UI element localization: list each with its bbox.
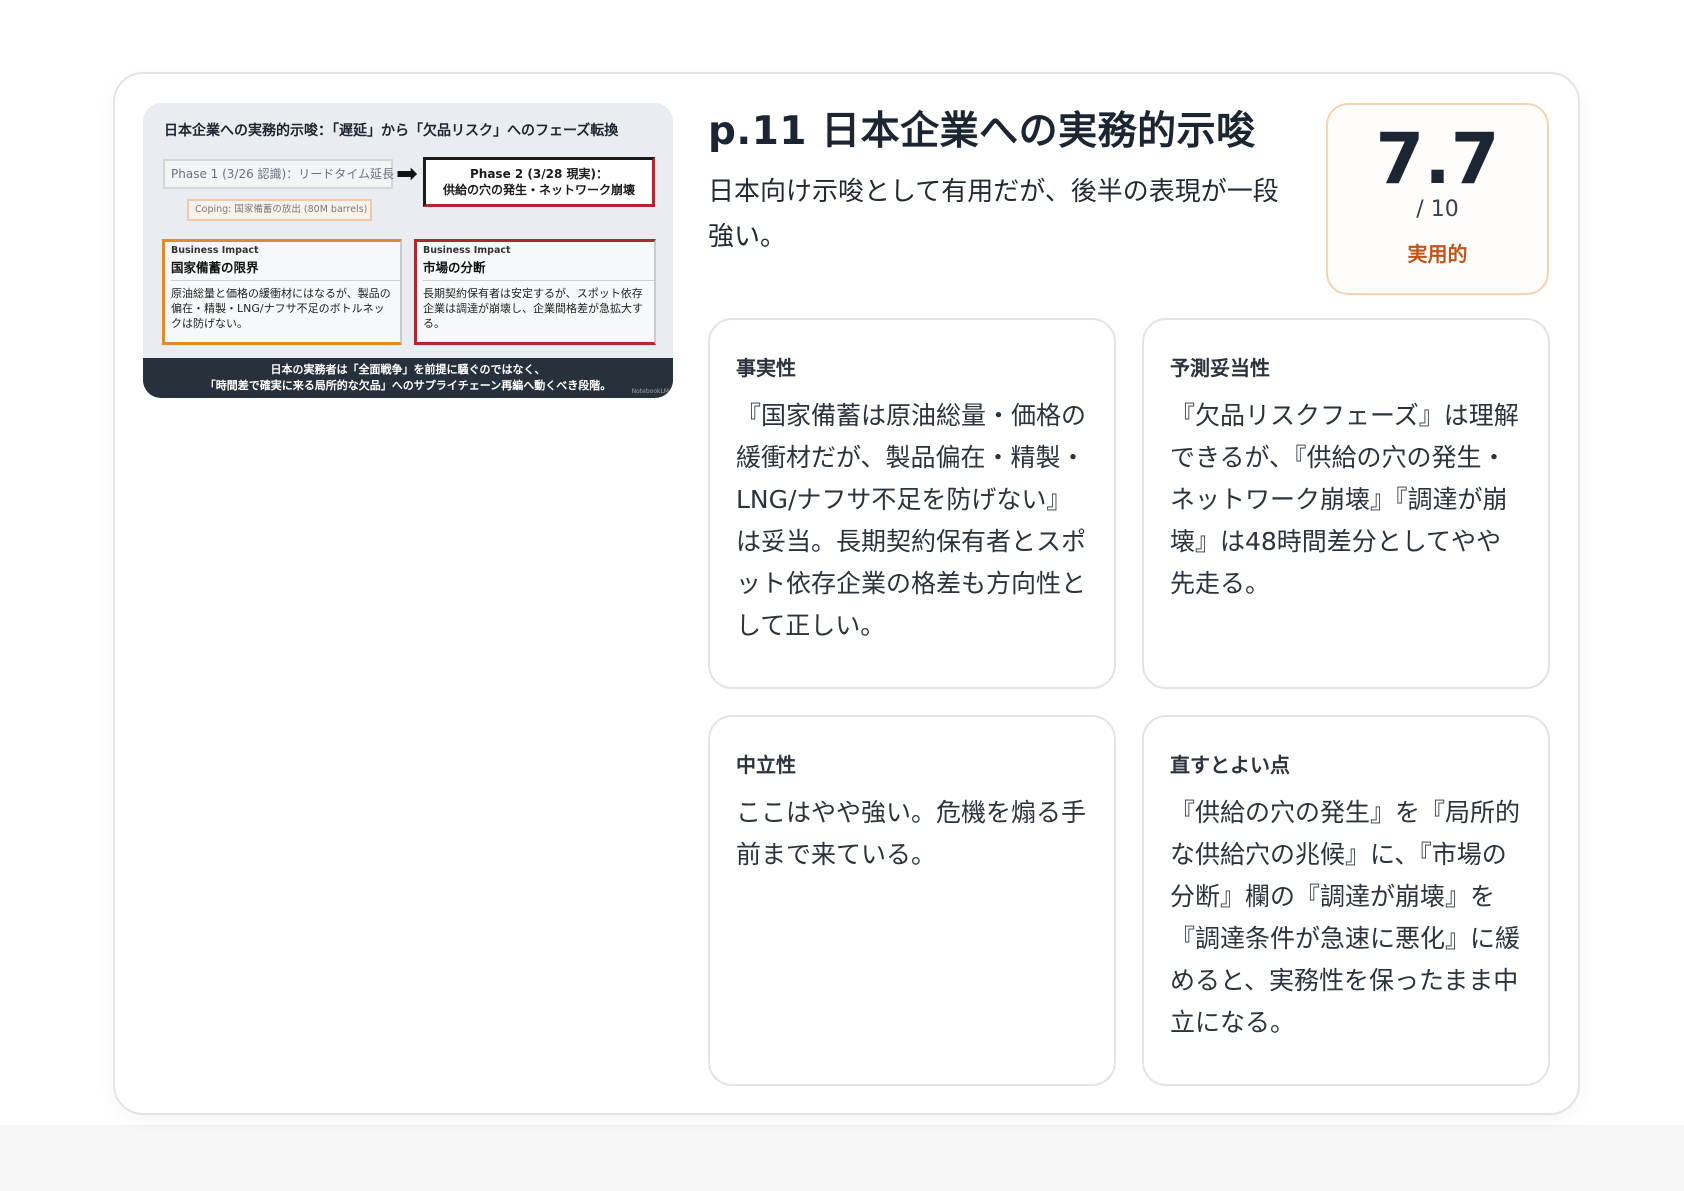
slide-footer-line1: 日本の実務者は「全面戦争」を前提に騒ぐのではなく、 <box>270 363 546 376</box>
slide-box-left: Business Impact 国家備蓄の限界 原油総量と価格の緩衝材にはなるが… <box>162 239 402 345</box>
criterion-heading: 直すとよい点 <box>1170 753 1290 777</box>
criterion-body: 『国家備蓄は原油総量・価格の緩衝材だが、製品偏在・精製・LNG/ナフサ不足を防げ… <box>736 401 1087 640</box>
score-max: / 10 <box>1416 197 1459 222</box>
right-arrow-icon: ➡ <box>396 159 418 189</box>
score-label: 実用的 <box>1407 242 1468 266</box>
criterion-card-improvements: 直すとよい点 『供給の穴の発生』を『局所的な供給穴の兆候』に、『市場の分断』欄の… <box>1142 715 1550 1086</box>
slide-phase2: Phase 2 (3/28 現実)： 供給の穴の発生・ネットワーク崩壊 <box>423 157 655 207</box>
criterion-body: ここはやや強い。危機を煽る手前まで来ている。 <box>736 798 1087 869</box>
slide-thumbnail[interactable]: 日本企業への実務的示唆：「遅延」から「欠品リスク」へのフェーズ転換 Phase … <box>143 103 673 398</box>
criterion-card-prediction: 予測妥当性 『欠品リスクフェーズ』は理解できるが、『供給の穴の発生・ネットワーク… <box>1142 318 1550 689</box>
slide-footer-line2: 「時間差で確実に来る局所的な欠品」へのサプライチェーン再編へ動くべき段階。 <box>204 379 612 392</box>
slide-phase2-line1: Phase 2 (3/28 現実)： <box>469 167 608 181</box>
slide-box-left-body: 原油総量と価格の緩衝材にはなるが、製品の偏在・精製・LNG/ナフサ不足のボトルネ… <box>171 287 391 330</box>
page-title: p.11 日本企業への実務的示唆 <box>708 109 1256 154</box>
slide-box-right-tag: Business Impact <box>423 245 511 256</box>
criterion-body: 『供給の穴の発生』を『局所的な供給穴の兆候』に、『市場の分断』欄の『調達が崩壊』… <box>1170 798 1521 1037</box>
criterion-heading: 予測妥当性 <box>1170 356 1270 380</box>
criterion-body: 『欠品リスクフェーズ』は理解できるが、『供給の穴の発生・ネットワーク崩壊』『調達… <box>1170 401 1519 598</box>
slide-coping: Coping: 国家備蓄の放出 (80M barrels) <box>187 199 372 221</box>
criterion-card-neutrality: 中立性 ここはやや強い。危機を煽る手前まで来ている。 <box>708 715 1116 1086</box>
slide-credit: NotebookLM <box>631 388 669 395</box>
score-badge: 7.7 / 10 実用的 <box>1326 103 1549 295</box>
criterion-heading: 中立性 <box>736 753 796 777</box>
slide-phase1: Phase 1 (3/26 認識)：リードタイム延長 <box>163 159 394 189</box>
score-value: 7.7 <box>1375 118 1500 200</box>
slide-footer: 日本の実務者は「全面戦争」を前提に騒ぐのではなく、 「時間差で確実に来る局所的な… <box>143 358 673 398</box>
slide-title: 日本企業への実務的示唆：「遅延」から「欠品リスク」へのフェーズ転換 <box>164 123 619 139</box>
slide-phase2-line2: 供給の穴の発生・ネットワーク崩壊 <box>442 183 635 197</box>
criterion-card-factuality: 事実性 『国家備蓄は原油総量・価格の緩衝材だが、製品偏在・精製・LNG/ナフサ不… <box>708 318 1116 689</box>
page-subtitle: 日本向け示唆として有用だが、後半の表現が一段強い。 <box>708 177 1279 252</box>
slide-box-right: Business Impact 市場の分断 長期契約保有者は安定するが、スポット… <box>414 239 656 345</box>
slide-box-left-tag: Business Impact <box>171 245 259 256</box>
slide-box-left-heading: 国家備蓄の限界 <box>171 257 400 281</box>
criterion-heading: 事実性 <box>736 356 796 380</box>
slide-box-right-body: 長期契約保有者は安定するが、スポット依存企業は調達が崩壊し、企業間格差が急拡大す… <box>423 287 643 330</box>
slide-box-right-heading: 市場の分断 <box>423 257 654 281</box>
